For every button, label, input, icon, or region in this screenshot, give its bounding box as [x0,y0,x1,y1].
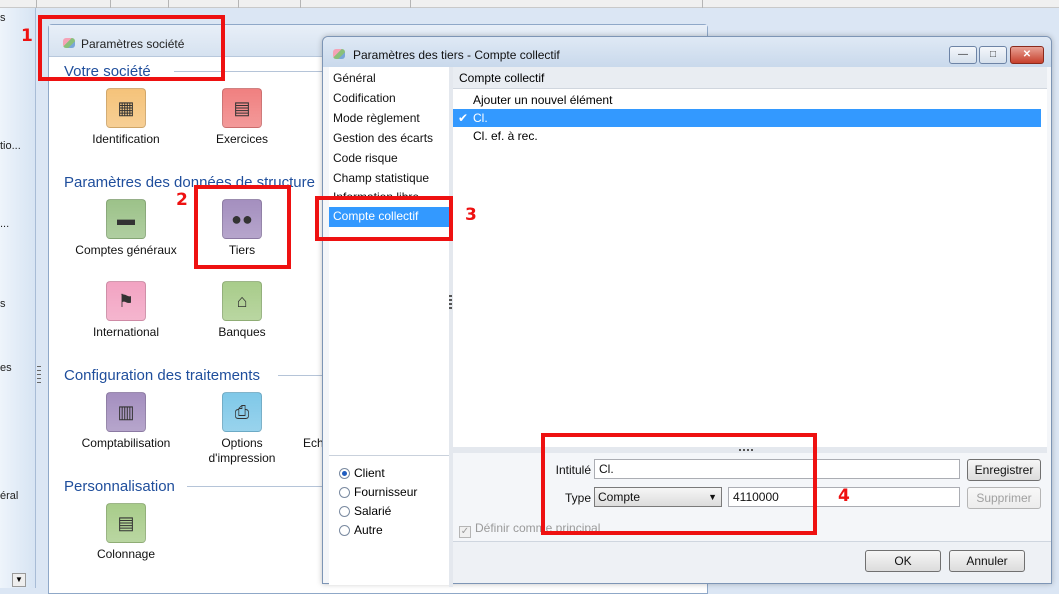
toolbar-separator [238,0,239,8]
list-header: Compte collectif [453,67,1047,89]
radio-label: Client [354,466,385,480]
section-divider [187,486,327,487]
radio-button[interactable] [339,506,350,517]
left-panel-label[interactable]: s [0,298,6,310]
left-panel-label[interactable]: es [0,362,12,374]
close-button[interactable]: ✕ [1010,46,1044,64]
annotation-box-2 [194,185,291,269]
annotation-box-3 [315,196,453,241]
checkbox-checked-icon[interactable]: ✓ [459,526,471,538]
tile-label-international[interactable]: International [61,325,191,340]
radio-label: Autre [354,523,383,537]
tile-label-identification[interactable]: Identification [61,132,191,147]
annotation-box-4 [541,433,817,535]
nav-item-general[interactable]: Général [329,69,449,89]
annotation-number-1: 1 [21,26,33,46]
save-button[interactable]: Enregistrer [967,459,1041,481]
cancel-button[interactable]: Annuler [949,550,1025,572]
tiers-type-radio-group: Client Fournisseur Salarié Autre [329,455,449,585]
annotation-number-4: 4 [838,486,850,506]
left-panel-label[interactable]: tio... [0,140,21,152]
printer-icon[interactable]: ⎙ [222,392,262,432]
tile-label-exercices[interactable]: Exercices [177,132,307,147]
document-glyph: ▤ [117,512,135,533]
app-icon [333,49,345,59]
calendar-glyph: ▤ [233,97,251,118]
radio-salarie[interactable]: Salarié [339,504,391,518]
document-icon[interactable]: ▤ [106,503,146,543]
printer-glyph: ⎙ [234,401,250,422]
nav-item-codification[interactable]: Codification [329,89,449,109]
top-toolbar-strip [0,0,1059,8]
maximize-button[interactable]: □ [979,46,1007,64]
toolbar-separator [110,0,111,8]
dialog-title: Paramètres des tiers - Compte collectif [353,48,560,62]
section-divider [278,375,328,376]
tile-label-comptes-generaux[interactable]: Comptes généraux [61,243,191,258]
check-icon: ✔ [458,111,469,125]
building-glyph: ▦ [117,97,135,118]
annotation-number-3: 3 [465,205,477,225]
bank-icon[interactable]: ⌂ [222,281,262,321]
section-heading-personalization: Personnalisation [64,478,175,495]
tile-label-banques[interactable]: Banques [177,325,307,340]
collective-accounts-list-pane: Compte collectif Ajouter un nouvel éléme… [453,67,1047,447]
tile-label-comptabilisation[interactable]: Comptabilisation [61,436,191,451]
annotation-box-1 [38,15,225,81]
radio-button[interactable] [339,487,350,498]
dialog-footer: OK Annuler [453,541,1051,583]
radio-autre[interactable]: Autre [339,523,383,537]
radio-label: Fournisseur [354,485,418,499]
nav-item-code-risque[interactable]: Code risque [329,149,449,169]
left-panel-label[interactable]: s [0,12,6,24]
list-item-label: Cl. [473,111,488,125]
list-item-label: Cl. ef. à rec. [473,129,538,143]
dialog-titlebar[interactable]: Paramètres des tiers - Compte collectif … [323,37,1051,67]
bank-glyph: ⌂ [236,290,248,311]
tile-label-options-impression[interactable]: Options d'impression [177,436,307,466]
toolbar-separator [702,0,703,8]
nav-item-gestion-ecarts[interactable]: Gestion des écarts [329,129,449,149]
folder-icon[interactable]: ▬ [106,199,146,239]
nav-item-champ-statistique[interactable]: Champ statistique [329,169,449,189]
left-navigation-panel: s tio... ... s es éral [0,8,36,588]
list-item-cl[interactable]: ✔ Cl. [453,109,1041,127]
left-panel-label[interactable]: ... [0,218,9,230]
toolbar-separator [168,0,169,8]
scroll-down-button[interactable]: ▼ [12,573,26,587]
radio-label: Salarié [354,504,392,518]
folder-glyph: ▬ [117,208,135,229]
annotation-number-2: 2 [176,190,188,210]
minimize-button[interactable]: — [949,46,977,64]
radio-button-checked[interactable] [339,468,350,479]
toolbar-separator [36,0,37,8]
list-item-label: Ajouter un nouvel élément [473,93,613,107]
flags-icon[interactable]: ⚑ [106,281,146,321]
settings-nav-list: Général Codification Mode règlement Gest… [329,67,449,485]
ledger-icon[interactable]: ▥ [106,392,146,432]
radio-client[interactable]: Client [339,466,385,480]
list-item-add-new[interactable]: Ajouter un nouvel élément [453,91,1041,109]
calendar-icon[interactable]: ▤ [222,88,262,128]
section-heading-processing: Configuration des traitements [64,367,260,384]
nav-item-mode-reglement[interactable]: Mode règlement [329,109,449,129]
ledger-glyph: ▥ [117,401,135,422]
left-panel-label[interactable]: éral [0,490,18,502]
ok-button[interactable]: OK [865,550,941,572]
tile-label-colonnage[interactable]: Colonnage [61,547,191,562]
building-icon[interactable]: ▦ [106,88,146,128]
radio-button[interactable] [339,525,350,536]
toolbar-separator [410,0,411,8]
delete-button[interactable]: Supprimer [967,487,1041,509]
panel-resize-grip[interactable] [37,366,41,386]
list-item-cl-ef-rec[interactable]: Cl. ef. à rec. [453,127,1041,145]
toolbar-separator [300,0,301,8]
flags-glyph: ⚑ [117,290,135,311]
radio-fournisseur[interactable]: Fournisseur [339,485,417,499]
splitter-grip[interactable] [449,295,452,309]
